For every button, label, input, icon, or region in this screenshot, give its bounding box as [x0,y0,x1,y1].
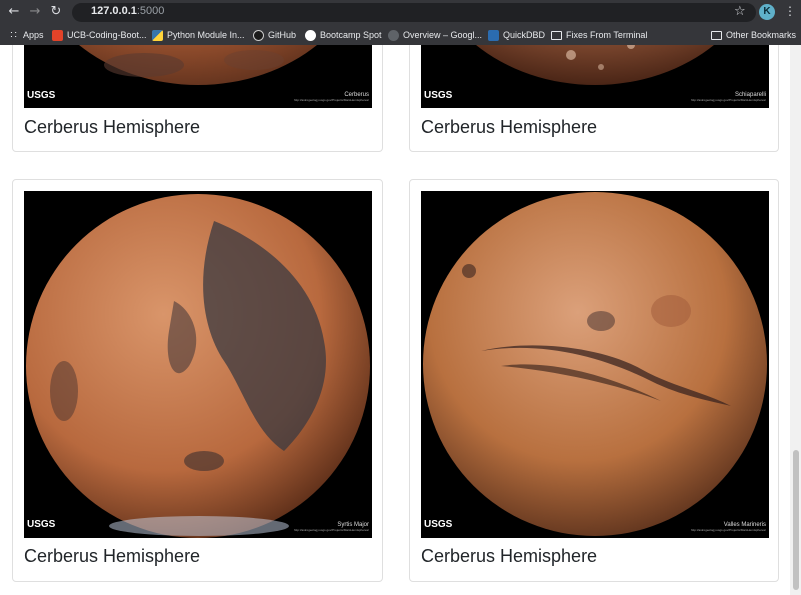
usgs-logo: USGS [424,90,453,101]
image-url-text: http://astrogeology.usgs.gov/Projects/Ma… [294,98,369,102]
bookmark-label: Fixes From Terminal [566,30,648,40]
hemisphere-image[interactable]: USGS Valles Marineris http://astrogeolog… [421,191,769,538]
profile-avatar[interactable]: K [759,4,775,20]
bookmark-apps[interactable]: ∷ Apps [8,28,44,42]
folder-icon [711,30,722,40]
github-icon [253,29,264,41]
hemisphere-image[interactable]: USGS Cerberus http://astrogeology.usgs.g… [24,45,372,108]
hemisphere-image[interactable]: USGS Syrtis Major http://astrogeology.us… [24,191,372,538]
bookmark-label: Overview – Googl... [403,30,483,40]
image-url-text: http://astrogeology.usgs.gov/Projects/Ma… [691,98,766,102]
image-url-text: http://astrogeology.usgs.gov/Projects/Ma… [294,528,369,532]
image-label: Syrtis Major http://astrogeology.usgs.go… [294,522,369,532]
back-arrow-icon[interactable]: ← [6,4,22,20]
usgs-logo: USGS [27,519,56,530]
usgs-logo: USGS [424,519,453,530]
bookmark-fixes-from-terminal[interactable]: Fixes From Terminal [551,28,647,42]
bookmark-label: GitHub [268,30,297,40]
browser-chrome: ← → ↻ 127.0.0.1:5000 ☆ K ⋮ ∷ Apps UCB-Co… [0,0,801,45]
usgs-logo: USGS [27,90,56,101]
bookmark-label: Bootcamp Spot [320,30,382,40]
hemisphere-image[interactable]: USGS Schiaparelli http://astrogeology.us… [421,45,769,108]
bookmark-bootcamp-spot[interactable]: Bootcamp Spot [305,28,382,42]
scrollbar-thumb[interactable] [793,450,799,590]
bookmark-label: Apps [23,30,44,40]
hemisphere-title: Cerberus Hemisphere [421,117,598,137]
bookmark-label: Python Module In... [167,30,245,40]
image-label: Schiaparelli http://astrogeology.usgs.go… [691,92,766,102]
hemisphere-title: Cerberus Hemisphere [24,117,201,137]
bookmark-overview-google[interactable]: Overview – Googl... [388,28,482,42]
bookmarks-bar: ∷ Apps UCB-Coding-Boot... Python Module … [0,24,801,45]
bookmark-label: QuickDBD [503,30,546,40]
folder-icon [551,30,562,40]
google-icon [388,29,399,41]
hemisphere-title: Cerberus Hemisphere [421,546,598,566]
bookmark-github[interactable]: GitHub [253,28,296,42]
bookmark-quickdbd[interactable]: QuickDBD [488,28,545,42]
bookmark-ucb-coding[interactable]: UCB-Coding-Boot... [52,28,147,42]
url-port: :5000 [136,5,165,17]
address-bar[interactable] [72,3,756,22]
url-host: 127.0.0.1 [91,5,137,17]
image-url-text: http://astrogeology.usgs.gov/Projects/Ma… [691,528,766,532]
bookmark-star-icon[interactable]: ☆ [734,4,746,19]
hemisphere-title: Cerberus Hemisphere [24,546,201,566]
forward-arrow-icon[interactable]: → [27,4,43,20]
bootcamp-icon [305,29,316,41]
hemisphere-card: USGS Valles Marineris http://astrogeolog… [409,179,779,582]
bookmark-label: UCB-Coding-Boot... [67,30,147,40]
kebab-menu-icon[interactable]: ⋮ [784,4,796,18]
other-bookmarks[interactable]: Other Bookmarks [711,28,796,42]
hemisphere-card: USGS Schiaparelli http://astrogeology.us… [409,45,779,152]
url-text[interactable]: 127.0.0.1:5000 [91,5,164,17]
vertical-scrollbar[interactable] [790,45,801,595]
hemisphere-card: USGS Cerberus http://astrogeology.usgs.g… [12,45,383,152]
apps-grid-icon: ∷ [10,29,17,41]
quickdbd-icon [488,29,499,41]
gitlab-icon [52,29,63,41]
image-label: Valles Marineris http://astrogeology.usg… [691,522,766,532]
reload-icon[interactable]: ↻ [48,4,64,20]
other-bookmarks-label: Other Bookmarks [726,30,797,40]
browser-toolbar: ← → ↻ 127.0.0.1:5000 ☆ K ⋮ [0,0,801,24]
bookmark-python-module[interactable]: Python Module In... [152,28,245,42]
hemisphere-card: USGS Syrtis Major http://astrogeology.us… [12,179,383,582]
python-icon [152,29,163,41]
image-label: Cerberus http://astrogeology.usgs.gov/Pr… [294,92,369,102]
page-content: USGS Cerberus http://astrogeology.usgs.g… [0,45,790,595]
